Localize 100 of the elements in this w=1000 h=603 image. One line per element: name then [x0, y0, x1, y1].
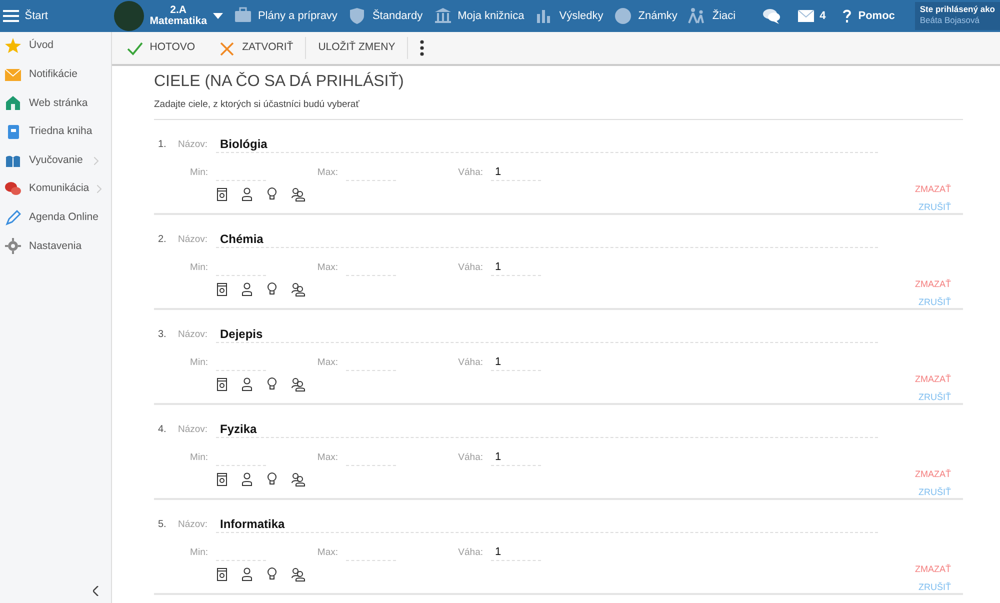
field-label: Názov:: [178, 232, 209, 247]
name-field[interactable]: Informatika: [216, 516, 878, 534]
weight-field[interactable]: 1: [491, 354, 541, 372]
goal-number: 3.: [157, 328, 168, 342]
form-icon: [216, 187, 230, 202]
field-label: Min:: [189, 546, 209, 560]
field-label: Váha:: [457, 260, 484, 275]
name-field[interactable]: Fyzika: [216, 421, 878, 438]
icon-button[interactable]: [291, 567, 305, 582]
icon-button[interactable]: [241, 472, 255, 488]
field-label: Max:: [316, 166, 339, 180]
weight-field[interactable]: 1: [491, 449, 541, 466]
menu-button[interactable]: Štart: [2, 8, 106, 24]
weight-field[interactable]: 1: [491, 544, 541, 562]
icon-button[interactable]: [216, 282, 230, 298]
section-title: CIELE (NA ČO SA DÁ PRIHLÁSIŤ): [154, 72, 405, 92]
people-walking-icon: [688, 7, 706, 25]
field-label: Názov:: [178, 328, 209, 342]
icon-button[interactable]: [291, 472, 305, 488]
close-icon: [219, 40, 236, 56]
person-icon: [241, 187, 255, 202]
person-icon: [241, 282, 255, 298]
person-icon: [241, 567, 255, 582]
icon-button[interactable]: [291, 187, 305, 202]
icon-button[interactable]: [241, 187, 255, 202]
name-field[interactable]: Dejepis: [216, 326, 878, 344]
person-icon: [241, 377, 255, 392]
sidebar-item[interactable]: Vyučovanie: [0, 146, 111, 175]
group-icon: [291, 377, 305, 392]
field-label: Max:: [316, 356, 339, 370]
help-icon: [842, 9, 852, 23]
nav-link[interactable]: Plány a prípravy: [234, 7, 338, 25]
icon-button[interactable]: [241, 377, 255, 392]
envelope-icon: [5, 66, 21, 83]
sidebar-item[interactable]: Triedna kniha: [0, 118, 111, 146]
name-field[interactable]: Biológia: [216, 136, 878, 154]
goal-number: 4.: [157, 423, 168, 438]
name-field[interactable]: Chémia: [216, 231, 878, 248]
field-label: Názov:: [178, 518, 209, 532]
speech-bubbles-icon: [5, 181, 21, 198]
field-label: Váha:: [457, 166, 484, 180]
sidebar-item[interactable]: Nastavenia: [0, 232, 111, 261]
field-label: Váha:: [457, 450, 484, 465]
check-icon: [126, 40, 143, 56]
nav-link[interactable]: Výsledky: [535, 7, 604, 25]
icon-button[interactable]: [216, 567, 230, 582]
nav-link[interactable]: Moja knižnica: [434, 7, 524, 25]
weight-field[interactable]: 1: [491, 164, 541, 182]
group-icon: [291, 472, 305, 488]
field-label: Min:: [189, 260, 209, 275]
field-label: Min:: [189, 356, 209, 370]
nav-link[interactable]: Známky: [614, 7, 678, 25]
icon-button[interactable]: [291, 282, 305, 298]
class-name: 2.A: [169, 4, 188, 16]
user-caption: Ste prihlásený ako: [920, 4, 995, 16]
goal-number: 5.: [157, 518, 168, 532]
field-label: Váha:: [457, 546, 484, 560]
mail-icon: [798, 10, 814, 22]
icon-button[interactable]: [216, 187, 230, 202]
sidebar-item[interactable]: Úvod: [0, 32, 111, 61]
sidebar-item[interactable]: Web stránka: [0, 89, 111, 118]
toolbar-button[interactable]: ZATVORIŤ: [207, 37, 306, 59]
field-label: Min:: [189, 450, 209, 465]
icon-button[interactable]: [216, 377, 230, 392]
chevron-right-icon: [97, 185, 102, 194]
weight-field[interactable]: 1: [491, 259, 541, 276]
chevron-right-icon: [94, 156, 99, 165]
chevron-left-icon: [93, 586, 99, 596]
subject-name: Matematika: [150, 16, 207, 28]
nav-link[interactable]: Štandardy: [348, 7, 423, 25]
star-icon: [5, 38, 21, 54]
group-icon: [291, 567, 305, 582]
field-label: Max:: [316, 546, 339, 560]
chat-button[interactable]: [763, 8, 782, 24]
briefcase-icon: [234, 7, 252, 25]
toolbar-button[interactable]: HOTOVO: [114, 37, 208, 59]
field-label: Názov:: [178, 138, 209, 152]
nav-link[interactable]: Žiaci: [688, 7, 736, 25]
sidebar-item[interactable]: Komunikácia: [0, 174, 111, 204]
field-label: Názov:: [178, 422, 209, 437]
icon-button[interactable]: [291, 377, 305, 392]
person-icon: [241, 472, 255, 488]
class-selector[interactable]: 2.A Matematika: [114, 1, 223, 31]
form-icon: [216, 472, 230, 488]
icon-button[interactable]: [241, 567, 255, 582]
group-icon: [291, 187, 305, 202]
icon-button[interactable]: [241, 282, 255, 298]
group-icon: [291, 282, 305, 298]
sidebar-item[interactable]: Agenda Online: [0, 204, 111, 232]
menu-icon: [2, 10, 19, 22]
icon-button[interactable]: [216, 472, 230, 488]
help-button[interactable]: Pomoc: [842, 8, 895, 24]
pen-icon: [5, 210, 21, 226]
goal-number: 2.: [157, 233, 168, 248]
messages-button[interactable]: 4: [798, 8, 826, 24]
field-label: Max:: [316, 260, 339, 275]
user-panel[interactable]: Ste prihlásený ako Beáta Bojasová: [914, 2, 1000, 30]
house-icon: [5, 95, 21, 112]
sidebar-item[interactable]: Notifikácie: [0, 60, 111, 90]
toolbar-button[interactable]: ULOŽIŤ ZMENY: [306, 37, 408, 59]
